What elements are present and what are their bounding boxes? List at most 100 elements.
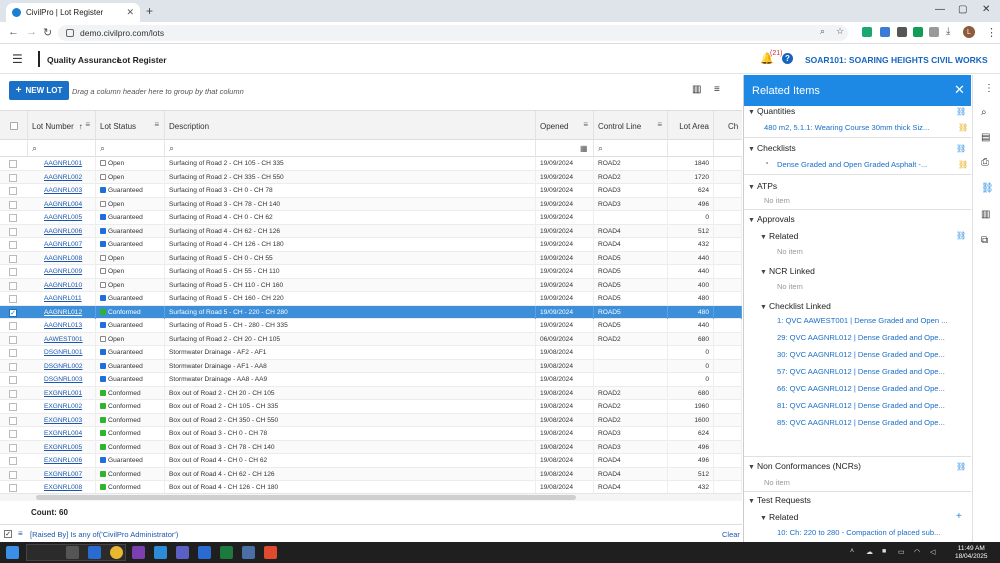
lot-number-link[interactable]: DSGNRL003 — [44, 376, 82, 383]
table-row[interactable]: AAGNRL011 Guaranteed Surfacing of Road 5 -… — [0, 292, 742, 306]
close-tab-icon[interactable]: ✕ — [126, 7, 134, 18]
lot-number-link[interactable]: AAGNRL012 — [44, 309, 82, 316]
row-checkbox[interactable] — [9, 335, 17, 344]
checklists-item[interactable]: Dense Graded and Open Graded Asphalt -..… — [777, 160, 955, 169]
section-test-requests[interactable]: ▼ Test Requests — [748, 495, 811, 505]
checklist-linked-item[interactable]: 85: QVC AAGNRL012 | Dense Graded and Ope… — [777, 418, 967, 427]
profile-avatar[interactable]: L — [963, 26, 975, 38]
table-row[interactable]: AAGNRL007 Guaranteed Surfacing of Road 4 -… — [0, 238, 742, 252]
filter-cell-lot-area[interactable] — [668, 140, 714, 157]
task-view-icon[interactable] — [66, 546, 79, 559]
checklist-linked-item[interactable]: 57: QVC AAGNRL012 | Dense Graded and Ope… — [777, 367, 967, 376]
quantities-item[interactable]: 480 m2, 5.1.1: Wearing Course 30mm thick… — [764, 123, 954, 132]
extension-blue-icon[interactable] — [880, 27, 890, 37]
row-checkbox[interactable] — [9, 322, 17, 330]
checklist-linked-item[interactable]: 29: QVC AAGNRL012 | Dense Graded and Ope… — [777, 333, 967, 342]
section-quantities[interactable]: ▼ Quantities — [748, 106, 795, 116]
volume-icon[interactable]: ◁ — [930, 548, 935, 556]
row-checkbox[interactable] — [9, 484, 17, 492]
row-checkbox[interactable] — [9, 173, 17, 182]
row-checkbox[interactable] — [9, 443, 17, 452]
row-checkbox[interactable] — [9, 362, 17, 371]
table-row[interactable]: AAGNRL004 Open Surfacing of Road 3 - CH 78… — [0, 197, 742, 211]
browser-menu-icon[interactable]: ⋮ — [986, 26, 997, 39]
lot-number-link[interactable]: AAGNRL013 — [44, 322, 82, 329]
table-row[interactable]: EXGNRL001 Conformed Box out of Road 2 - CH… — [0, 386, 742, 400]
lot-number-link[interactable]: AAWEST001 — [44, 336, 83, 343]
lot-number-link[interactable]: EXGNRL006 — [44, 457, 82, 464]
row-checkbox[interactable] — [9, 214, 17, 222]
extension-dark-icon[interactable] — [897, 27, 907, 37]
tray-chevron-icon[interactable]: ˄ — [850, 548, 854, 555]
table-row[interactable]: AAGNRL002 Open Surfacing of Road 2 - CH 33… — [0, 170, 742, 184]
lot-number-link[interactable]: AAGNRL009 — [44, 268, 82, 275]
table-row[interactable]: EXGNRL002 Conformed Box out of Road 2 - CH… — [0, 400, 742, 414]
lot-number-link[interactable]: EXGNRL007 — [44, 471, 82, 478]
link-icon[interactable]: ⛓ — [956, 144, 966, 153]
help-icon[interactable]: ? — [782, 53, 793, 64]
subsection-test-related[interactable]: ▼ Related — [760, 512, 798, 522]
lot-number-link[interactable]: AAGNRL010 — [44, 282, 82, 289]
minimize-icon[interactable]: — — [935, 4, 945, 15]
group-by-panel[interactable]: Drag a column header here to group by th… — [72, 87, 244, 96]
close-window-icon[interactable]: ✕ — [982, 4, 990, 15]
table-row[interactable]: EXGNRL006 Guaranteed Box out of Road 4 - C… — [0, 454, 742, 468]
row-checkbox[interactable] — [9, 389, 17, 398]
row-checkbox[interactable] — [9, 160, 17, 168]
row-checkbox[interactable] — [9, 268, 17, 276]
extensions-puzzle-icon[interactable] — [929, 27, 939, 37]
filter-enabled-checkbox[interactable]: ✓ — [4, 530, 12, 538]
column-menu-icon[interactable]: ≡ — [657, 120, 662, 129]
link-icon[interactable]: ⛓ — [956, 462, 966, 471]
link-icon[interactable]: ⛓ — [956, 231, 966, 240]
organisation-selector[interactable]: SOAR101: SOARING HEIGHTS CIVIL WORKS — [805, 55, 988, 65]
table-row[interactable]: EXGNRL007 Conformed Box out of Road 4 - CH… — [0, 467, 742, 481]
row-checkbox[interactable] — [9, 241, 17, 249]
checklist-linked-item[interactable]: 30: QVC AAGNRL012 | Dense Graded and Ope… — [777, 350, 967, 359]
column-chooser-icon[interactable]: ▥ — [692, 84, 701, 95]
table-row[interactable]: EXGNRL004 Conformed Box out of Road 3 - CH… — [0, 427, 742, 441]
lot-number-link[interactable]: DSGNRL002 — [44, 363, 82, 370]
column-menu-icon[interactable]: ≡ — [85, 120, 90, 129]
row-checkbox[interactable] — [9, 200, 17, 209]
row-checkbox[interactable] — [9, 376, 17, 384]
row-checkbox[interactable] — [9, 349, 17, 357]
filter-cell-description[interactable]: ⌕ — [165, 140, 536, 157]
table-row[interactable]: AAGNRL003 Guaranteed Surfacing of Road 3 -… — [0, 184, 742, 198]
word-icon[interactable] — [198, 546, 211, 559]
column-header-lot-number[interactable]: Lot Number ↑ ≡ — [28, 111, 96, 141]
checklist-linked-item[interactable]: 66: QVC AAGNRL012 | Dense Graded and Ope… — [777, 384, 967, 393]
more-options-icon[interactable]: ⋮ — [984, 83, 994, 94]
table-row[interactable]: AAGNRL010 Open Surfacing of Road 5 - CH 11… — [0, 278, 742, 292]
row-checkbox[interactable]: ✓ — [9, 308, 17, 317]
active-filter-text[interactable]: [Raised By] Is any of('CivilPro Administ… — [30, 530, 178, 539]
hamburger-menu-icon[interactable]: ☰ — [12, 52, 23, 66]
teams-icon[interactable] — [176, 546, 189, 559]
unlink-icon[interactable]: ⛓ — [958, 160, 968, 169]
outlook-icon[interactable] — [88, 546, 101, 559]
lot-number-link[interactable]: EXGNRL005 — [44, 444, 82, 451]
table-row[interactable]: AAGNRL005 Guaranteed Surfacing of Road 4 -… — [0, 211, 742, 225]
table-row[interactable]: AAWEST001 Open Surfacing of Road 2 - CH 20… — [0, 332, 742, 346]
windows-start-icon[interactable] — [6, 546, 19, 559]
document-icon[interactable]: ▤ — [981, 132, 990, 143]
lot-number-link[interactable]: AAGNRL001 — [44, 160, 82, 167]
extension-green-icon[interactable] — [862, 27, 872, 37]
filter-cell-lot-status[interactable]: ⌕ — [96, 140, 165, 157]
table-row[interactable]: AAGNRL013 Guaranteed Surfacing of Road 5 -… — [0, 319, 742, 333]
row-checkbox[interactable] — [9, 254, 17, 263]
network-icon[interactable]: ▭ — [898, 548, 905, 556]
lot-number-link[interactable]: EXGNRL003 — [44, 417, 82, 424]
column-header-opened[interactable]: Opened ≡ — [536, 111, 594, 141]
print-icon[interactable]: ⎙ — [981, 157, 989, 168]
app-icon[interactable] — [242, 546, 255, 559]
table-row[interactable]: AAGNRL009 Open Surfacing of Road 5 - CH 55… — [0, 265, 742, 279]
zoom-icon[interactable]: ⌕ — [820, 26, 825, 37]
lot-number-link[interactable]: EXGNRL004 — [44, 430, 82, 437]
column-header-lot-area[interactable]: Lot Area — [668, 111, 714, 141]
chrome-icon[interactable] — [110, 546, 123, 559]
taskbar-clock[interactable]: 11:49 AM 18/04/2025 — [955, 545, 988, 560]
row-checkbox[interactable] — [9, 416, 17, 425]
column-header-description[interactable]: Description — [165, 111, 536, 141]
lot-number-link[interactable]: AAGNRL006 — [44, 228, 82, 235]
